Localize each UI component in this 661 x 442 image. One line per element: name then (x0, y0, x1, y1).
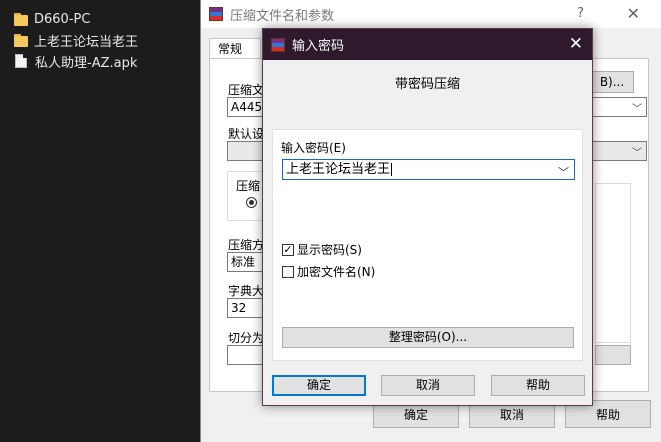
password-help-button[interactable]: 帮助 (491, 375, 585, 396)
file-name: 上老王论坛当老王 (34, 34, 139, 50)
checkbox-checked-icon: ✓ (282, 242, 294, 256)
browse-button[interactable]: B)... (590, 71, 634, 93)
file-item-apk[interactable]: 私人助理-AZ.apk (14, 51, 137, 71)
winrar-icon (271, 37, 285, 52)
apk-file-icon (15, 54, 27, 68)
encrypt-filenames-checkbox[interactable]: 加密文件名(N) (282, 263, 375, 280)
password-ok-button[interactable]: 确定 (272, 375, 366, 396)
archive-name-label: 压缩文 (228, 83, 265, 97)
dictionary-size-label: 字典大 (228, 284, 265, 298)
archive-format-label: 压缩 (236, 177, 261, 194)
file-name: D660-PC (34, 11, 91, 27)
password-dialog-heading: 带密码压缩 (394, 77, 460, 92)
password-dialog-title: 输入密码 (292, 39, 345, 54)
file-item-forum-folder[interactable]: 上老王论坛当老王 (14, 30, 138, 50)
compression-method-label: 压缩方 (228, 238, 265, 252)
options-group (595, 183, 631, 343)
archive-dialog-titlebar[interactable]: 压缩文件名和参数 ? ✕ (201, 0, 661, 28)
show-password-label: 显示密码(S) (297, 243, 362, 257)
chevron-down-icon[interactable]: ﹀ (632, 100, 642, 115)
chevron-down-icon[interactable]: ﹀ (632, 144, 642, 159)
text-caret (391, 163, 393, 176)
organize-passwords-button[interactable]: 整理密码(O)... (282, 327, 574, 348)
split-volumes-label: 切分为 (228, 331, 265, 345)
file-list: D660-PC 上老王论坛当老王 私人助理-AZ.apk (0, 0, 200, 442)
show-password-checkbox[interactable]: ✓ 显示密码(S) (282, 241, 362, 258)
close-icon[interactable]: ✕ (627, 4, 640, 23)
winrar-icon (209, 7, 223, 21)
archive-dialog-title: 压缩文件名和参数 (230, 8, 335, 24)
close-icon[interactable]: ✕ (569, 34, 583, 54)
checkbox-unchecked-icon (282, 265, 294, 278)
folder-icon (14, 33, 28, 47)
chevron-down-icon[interactable]: ﹀ (558, 163, 569, 182)
password-dialog-titlebar[interactable]: 输入密码 ✕ (263, 29, 592, 60)
format-radio[interactable] (246, 197, 257, 208)
file-item-d660-pc[interactable]: D660-PC (14, 9, 90, 29)
encrypt-filenames-label: 加密文件名(N) (297, 265, 376, 279)
file-name: 私人助理-AZ.apk (35, 55, 138, 71)
set-password-button-partial[interactable] (595, 345, 631, 365)
help-icon[interactable]: ? (577, 6, 584, 21)
tab-general[interactable]: 常规 (209, 38, 261, 58)
password-value: 上老王论坛当老王 (286, 162, 391, 177)
password-cancel-button[interactable]: 取消 (381, 375, 475, 396)
password-input[interactable]: 上老王论坛当老王 ﹀ (282, 159, 575, 180)
password-label: 输入密码(E) (281, 141, 346, 155)
default-settings-label: 默认设 (228, 127, 265, 141)
folder-icon (14, 12, 28, 26)
password-dialog: 输入密码 ✕ 带密码压缩 输入密码(E) 上老王论坛当老王 ﹀ ✓ 显示密码(S… (262, 28, 593, 406)
